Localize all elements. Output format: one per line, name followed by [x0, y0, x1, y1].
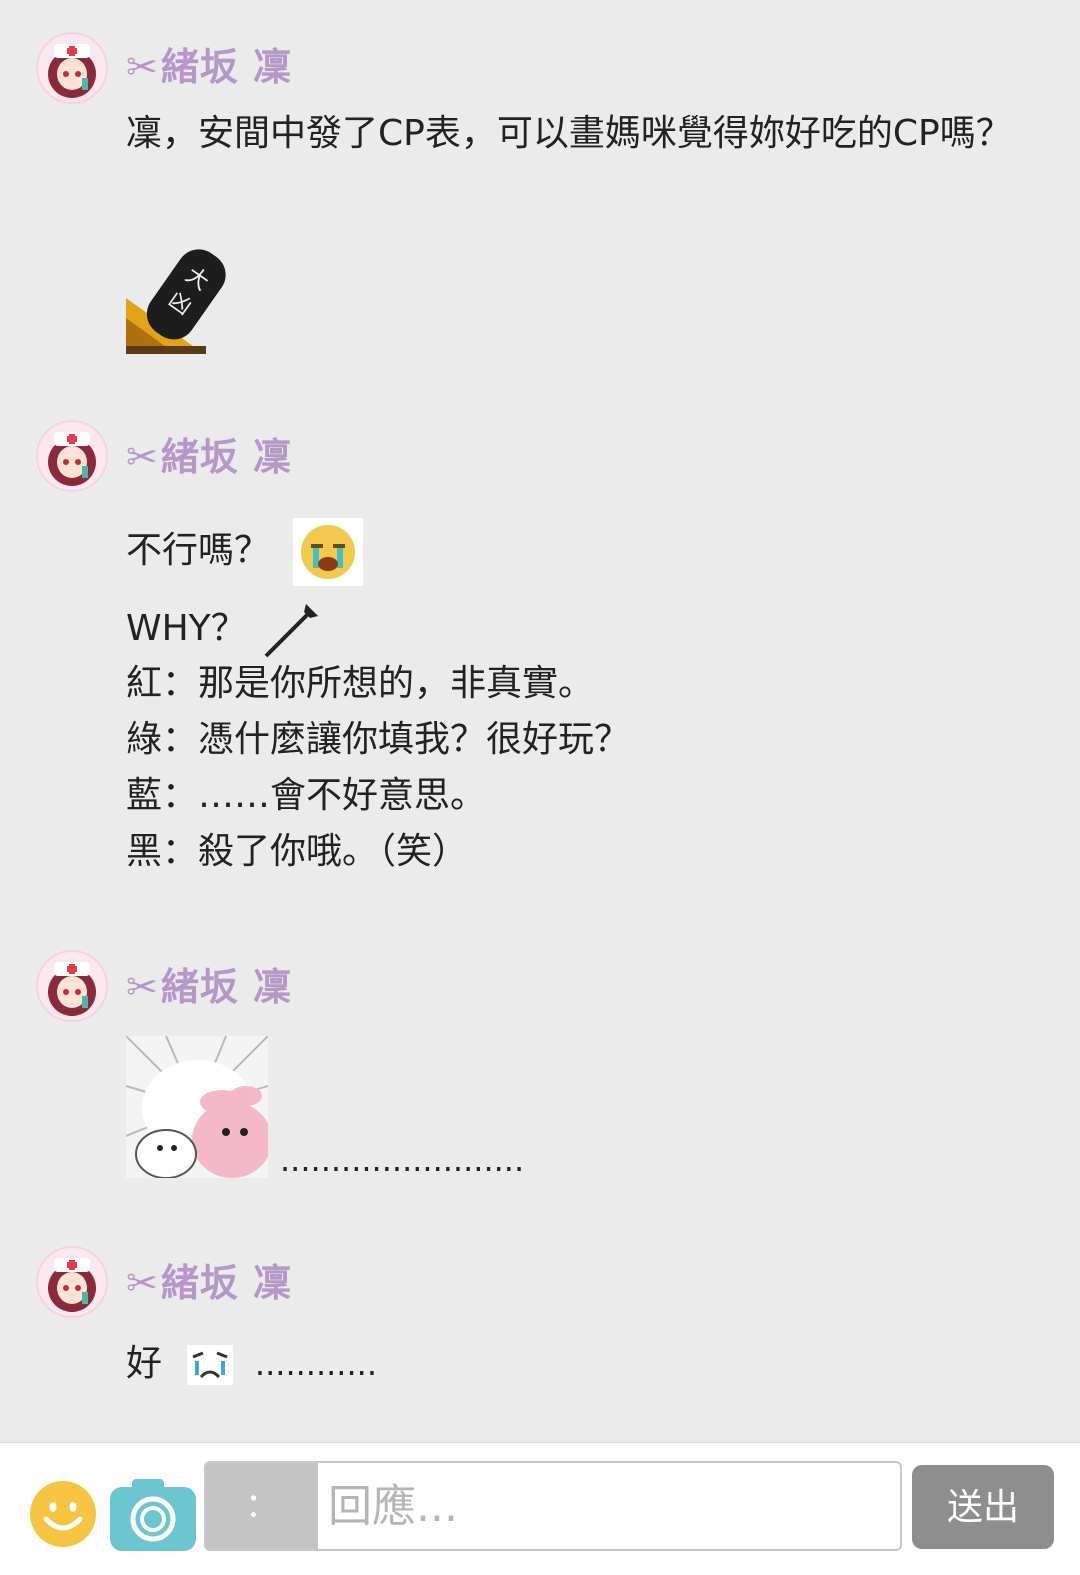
avatar[interactable]: [36, 950, 108, 1022]
message-line: 藍：……會不好意思。: [126, 775, 487, 816]
scissors-icon: ✂: [126, 1261, 159, 1305]
comment-text: 不行嗎？ WHY？ 紅：那是你所想的，非真實。 綠：憑什麼讓你填我？很好玩？ 藍…: [126, 516, 630, 880]
author-name[interactable]: ✂緒坂 凜: [126, 432, 292, 482]
scissors-icon: ✂: [126, 435, 159, 479]
avatar[interactable]: [36, 32, 108, 104]
trailing-dots: ............: [254, 1345, 377, 1383]
avatar[interactable]: [36, 420, 108, 492]
comment-text: 凜，安間中發了CP表，可以畫媽咪覺得妳好吃的CP嗎？: [126, 113, 1012, 154]
comment-feed: ✂緒坂 凜 凜，安間中發了CP表，可以畫媽咪覺得妳好吃的CP嗎？ 大 凶 ✂緒坂…: [0, 0, 1080, 1442]
author-name[interactable]: ✂緒坂 凜: [126, 962, 292, 1012]
reply-input-group: ：: [204, 1461, 902, 1551]
sob-emote-icon: [187, 1345, 234, 1385]
trumpet-icon: [262, 600, 322, 660]
message-line: WHY？: [126, 600, 630, 658]
send-button[interactable]: 送出: [912, 1465, 1054, 1549]
camera-icon[interactable]: [110, 1479, 196, 1551]
reply-input[interactable]: [318, 1463, 898, 1549]
reply-bar: ： 送出: [0, 1442, 1080, 1575]
avatar[interactable]: [36, 1246, 108, 1318]
comment-text: 好 ............: [126, 1343, 377, 1385]
smile-icon[interactable]: [30, 1481, 96, 1547]
message-line: 綠：憑什麼讓你填我？很好玩？: [126, 719, 631, 760]
trailing-dots: ........................: [280, 1141, 525, 1179]
reply-prefix-button[interactable]: ：: [206, 1463, 318, 1549]
author-name[interactable]: ✂緒坂 凜: [126, 1258, 292, 1308]
message-line: 紅：那是你所想的，非真實。: [126, 663, 595, 704]
message-line: 黑：殺了你哦。（笑）: [126, 831, 469, 872]
shocked-bunny-sticker-icon: [126, 1036, 268, 1178]
message-line: 不行嗎？: [126, 516, 630, 586]
crying-face-icon: [293, 518, 364, 586]
scissors-icon: ✂: [126, 45, 159, 89]
author-name[interactable]: ✂緒坂 凜: [126, 42, 292, 92]
scissors-icon: ✂: [126, 965, 159, 1009]
tombstone-sticker-icon: 大 凶: [126, 238, 236, 354]
